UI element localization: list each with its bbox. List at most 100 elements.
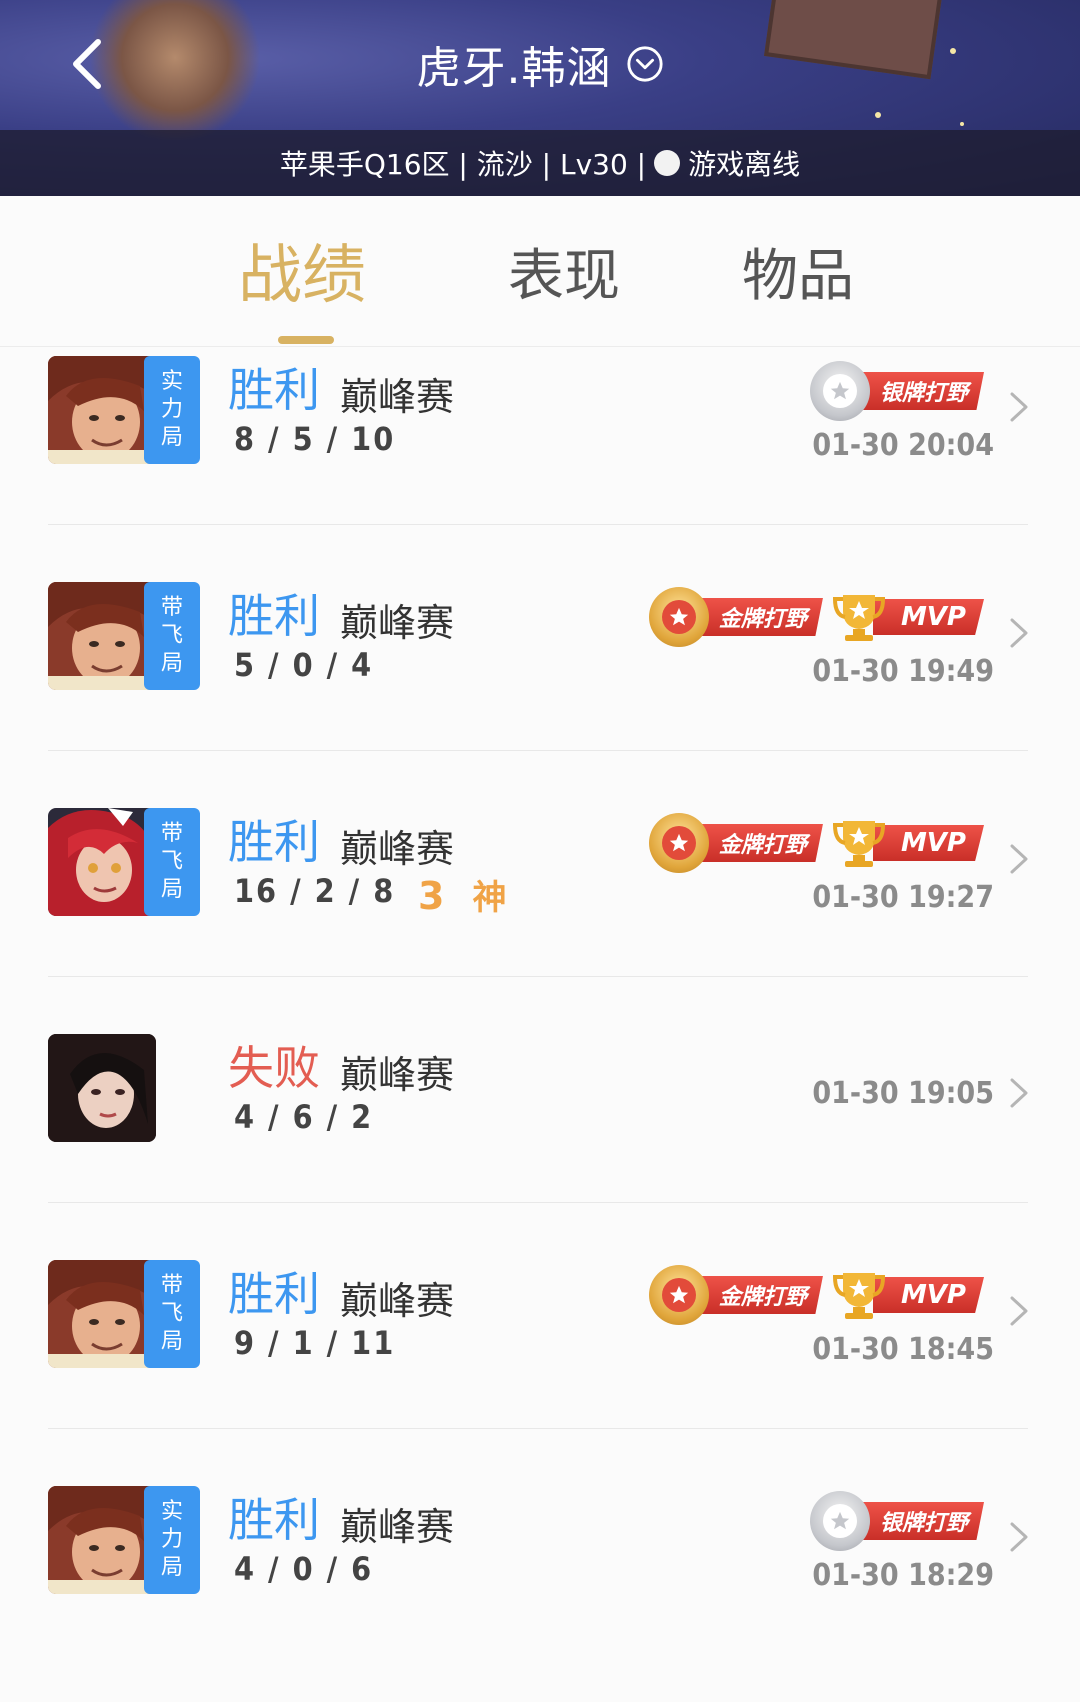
mode-tag-char: 实: [160, 1499, 183, 1524]
match-type: 巅峰赛: [340, 601, 455, 645]
chevron-right-icon[interactable]: [1008, 390, 1030, 424]
match-row[interactable]: 带飞局 胜利 巅峰赛 5 / 0 / 4 金牌打野 MVP 01-30 19:4…: [0, 572, 1080, 798]
match-mode-tag: 带飞局: [144, 582, 200, 690]
match-mode-tag: 实力局: [144, 356, 200, 464]
hero-avatar-group: 实力局: [48, 1486, 200, 1594]
gold-medal-badge: 金牌打野: [648, 1264, 823, 1326]
match-time: 01-30 18:45: [812, 1332, 994, 1367]
match-time: 01-30 19:05: [812, 1076, 994, 1111]
tab-match-record[interactable]: 战绩: [238, 224, 366, 316]
chevron-right-icon[interactable]: [1008, 842, 1030, 876]
star-decoration: [960, 122, 964, 126]
match-row[interactable]: 带飞局 胜利 巅峰赛 9 / 1 / 11 金牌打野 MVP 01-30 18:…: [0, 1250, 1080, 1476]
trophy-icon: [832, 595, 885, 641]
profile-header: 虎牙.韩涵 苹果手Q16区 | 流沙 | Lv30 | 游戏离线: [0, 0, 1080, 196]
gold-medal-badge: 金牌打野: [648, 812, 823, 874]
mode-tag-char: 带: [160, 1273, 183, 1298]
hero-avatar-group: 带飞局: [48, 1260, 200, 1368]
mode-tag-char: 局: [160, 1329, 183, 1354]
hero-avatar-group: 实力局: [48, 356, 200, 464]
match-badges: 银牌打野: [809, 1490, 984, 1552]
medal-label: 银牌打野: [857, 372, 984, 410]
match-row[interactable]: 失败 巅峰赛 4 / 6 / 2 01-30 19:05: [0, 1024, 1080, 1250]
mvp-label: MVP: [872, 825, 984, 861]
mvp-badge: MVP: [831, 812, 984, 874]
mode-tag-char: 局: [160, 651, 183, 676]
chevron-right-icon[interactable]: [1008, 616, 1030, 650]
match-result: 胜利: [228, 1493, 320, 1547]
match-result: 胜利: [228, 815, 320, 869]
tab-items[interactable]: 物品: [742, 231, 854, 312]
silver-medal-icon: [809, 361, 870, 421]
match-mode-tag: 带飞局: [144, 1260, 200, 1368]
mvp-badge: MVP: [831, 586, 984, 648]
mode-tag-char: 飞: [160, 849, 183, 874]
kda-score: 9 / 1 / 11: [234, 1324, 396, 1362]
kda-score: 16 / 2 / 8: [234, 872, 396, 910]
match-badges: 金牌打野 MVP: [648, 812, 984, 874]
mode-tag-char: 实: [160, 369, 183, 394]
mvp-badge: MVP: [831, 1264, 984, 1326]
hero-avatar: [48, 1260, 156, 1368]
row-divider: [48, 1428, 1028, 1429]
mode-tag-char: 力: [160, 1527, 183, 1552]
match-mode-tag: 带飞局: [144, 808, 200, 916]
match-mode-tag: 实力局: [144, 1486, 200, 1594]
match-result: 胜利: [228, 1267, 320, 1321]
match-type: 巅峰赛: [340, 827, 455, 871]
hero-avatar-group: [48, 1034, 200, 1142]
account-switch-chevron-icon[interactable]: [626, 45, 664, 83]
godlike-label: 神: [472, 878, 507, 918]
match-row[interactable]: 带飞局 胜利 巅峰赛 16 / 2 / 8 3神 金牌打野 MVP 01-30 …: [0, 798, 1080, 1024]
tab-performance[interactable]: 表现: [508, 231, 620, 312]
match-type: 巅峰赛: [340, 1053, 455, 1097]
gold-medal-icon: [648, 1265, 709, 1325]
match-time: 01-30 20:04: [812, 428, 994, 463]
match-result: 失败: [228, 1041, 320, 1095]
match-time: 01-30 19:27: [812, 880, 994, 915]
chevron-right-icon[interactable]: [1008, 1294, 1030, 1328]
online-status-text: 游戏离线: [688, 148, 801, 181]
match-badges: 银牌打野: [809, 360, 984, 422]
mode-tag-char: 力: [160, 397, 183, 422]
hero-avatar: [48, 1486, 156, 1594]
gold-medal-icon: [648, 587, 709, 647]
match-result: 胜利: [228, 589, 320, 643]
row-divider: [48, 1202, 1028, 1203]
kda-score: 8 / 5 / 10: [234, 420, 396, 458]
mode-tag-char: 局: [160, 1555, 183, 1580]
active-tab-indicator: [278, 336, 334, 344]
mode-tag-char: 带: [160, 595, 183, 620]
mode-tag-char: 局: [160, 877, 183, 902]
chevron-right-icon[interactable]: [1008, 1076, 1030, 1110]
tab-bar: 战绩 表现 物品: [0, 196, 1080, 347]
match-result: 胜利: [228, 363, 320, 417]
row-divider: [48, 524, 1028, 525]
mode-tag-char: 飞: [160, 623, 183, 648]
mode-tag-char: 局: [160, 425, 183, 450]
hero-avatar: [48, 356, 156, 464]
title-bar: 虎牙.韩涵: [0, 34, 1080, 94]
medal-label: 银牌打野: [857, 1502, 984, 1540]
mode-tag-char: 带: [160, 821, 183, 846]
match-type: 巅峰赛: [340, 1505, 455, 1549]
star-decoration: [875, 112, 881, 118]
silver-medal-badge: 银牌打野: [809, 1490, 984, 1552]
hero-avatar: [48, 808, 156, 916]
gold-medal-icon: [648, 813, 709, 873]
chevron-right-icon[interactable]: [1008, 1520, 1030, 1554]
silver-medal-icon: [809, 1491, 870, 1551]
match-row[interactable]: 实力局 胜利 巅峰赛 8 / 5 / 10 银牌打野 01-30 20:04: [0, 346, 1080, 572]
offline-status-icon: [654, 150, 681, 176]
kda-score: 4 / 0 / 6: [234, 1550, 374, 1588]
match-row[interactable]: 实力局 胜利 巅峰赛 4 / 0 / 6 银牌打野 01-30 18:29: [0, 1476, 1080, 1702]
mode-tag-char: 飞: [160, 1301, 183, 1326]
hero-avatar: [48, 582, 156, 690]
player-name[interactable]: 虎牙.韩涵: [417, 32, 612, 96]
row-divider: [48, 750, 1028, 751]
hero-avatar: [48, 1034, 156, 1142]
medal-label: 金牌打野: [696, 1276, 823, 1314]
row-divider: [48, 976, 1028, 977]
match-time: 01-30 19:49: [812, 654, 994, 689]
godlike-indicator: 3神: [418, 870, 506, 919]
